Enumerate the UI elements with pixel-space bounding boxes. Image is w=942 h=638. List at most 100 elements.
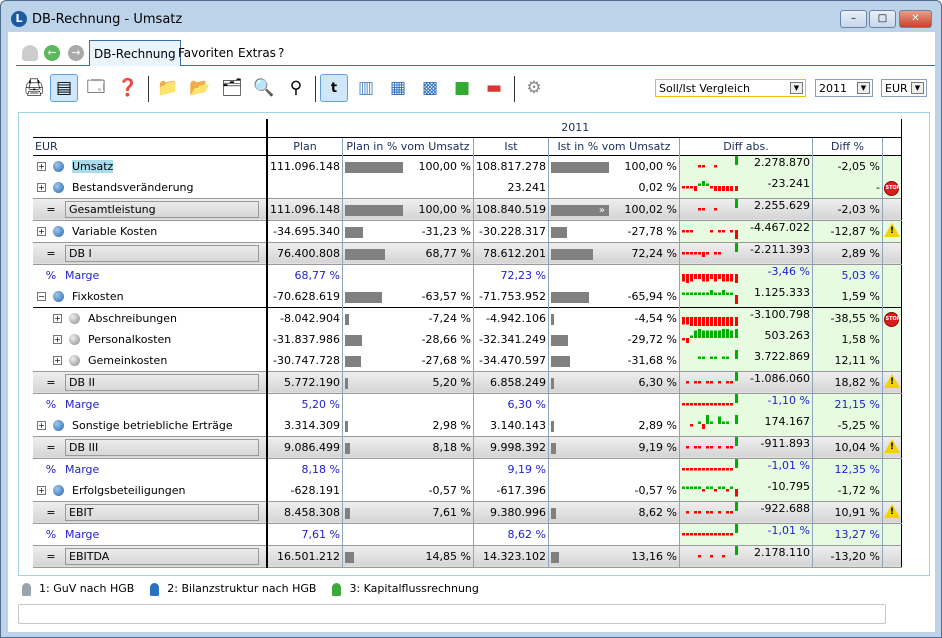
close-button[interactable]: ✕ (899, 10, 932, 28)
grid-col-icon[interactable]: ▥ (352, 74, 380, 102)
ist-cell: -30.228.317 (472, 220, 549, 242)
spark-bar (713, 316, 717, 329)
plan-cell: -628.191 (265, 479, 343, 501)
binoculars-icon[interactable]: ⚲ (282, 74, 310, 102)
table-row[interactable]: + Abschreibungen -8.042.904 -7,24 % -4.94… (33, 307, 902, 329)
expand-icon[interactable]: + (37, 421, 46, 430)
table-row[interactable]: + Personalkosten -31.837.986 -28,66 % -32… (33, 328, 902, 350)
folder-icon[interactable]: 📁 (154, 74, 182, 102)
view-select[interactable]: Soll/Ist Vergleich ▼ (655, 79, 806, 97)
expand-icon[interactable]: + (53, 356, 62, 365)
export-view-icon[interactable]: 🗔 (82, 74, 110, 102)
menu-extras[interactable]: Extras (238, 46, 276, 60)
table-row[interactable]: + Variable Kosten -34.695.340 -31,23 % -3… (33, 220, 902, 242)
table-row[interactable]: + Erfolgsbeteiligungen -628.191 -0,57 % -… (33, 479, 902, 501)
diff-abs-cell: -2.211.393 (678, 241, 813, 265)
spark-bar (721, 273, 725, 281)
grid-cols-icon[interactable]: ▦ (384, 74, 412, 102)
gears-icon[interactable]: ⚙ (520, 74, 548, 102)
table-row[interactable]: + Sonstige betriebliche Erträge 3.314.309… (33, 414, 902, 436)
back-icon[interactable]: ← (44, 45, 60, 61)
collapse-icon[interactable]: − (37, 292, 46, 301)
table-row[interactable]: = EBIT 8.458.308 7,61 % 9.380.996 8,62 % … (33, 500, 902, 524)
table-row[interactable]: % Marge 7,61 % 8,62 % -1,01 % 13,27 % (33, 523, 902, 545)
expand-icon[interactable]: + (53, 314, 62, 323)
percent-bar (550, 507, 557, 519)
col-header-diff-abs[interactable]: Diff abs. (678, 137, 813, 155)
help-icon[interactable]: ❓ (114, 74, 142, 102)
col-header-plan[interactable]: Plan (265, 137, 343, 155)
grid-red-icon[interactable]: ▬ (480, 74, 508, 102)
plan-cell: 8,18 % (265, 458, 343, 480)
table-row[interactable]: = DB III 9.086.499 8,18 % 9.998.392 9,19 … (33, 435, 902, 459)
table-row[interactable]: = DB II 5.772.190 5,20 % 6.858.249 6,30 %… (33, 370, 902, 394)
table-text-icon[interactable]: t (320, 74, 348, 102)
expand-icon[interactable]: + (37, 162, 46, 171)
col-header-ist-pct[interactable]: Ist in % vom Umsatz (547, 137, 680, 155)
expand-icon[interactable]: + (37, 486, 46, 495)
spark-bar (689, 486, 693, 489)
spark-bar (729, 380, 733, 383)
spark-bar (721, 421, 725, 424)
report-tab[interactable]: 3: Kapitalflussrechnung (332, 582, 486, 596)
maximize-button[interactable]: □ (869, 10, 896, 28)
spark-bar (725, 402, 729, 405)
spark-bar (681, 185, 685, 188)
year-select[interactable]: 2011 ▼ (815, 79, 873, 97)
spark-bar (701, 292, 705, 295)
row-label: Marge (65, 397, 100, 411)
table-row[interactable]: = EBITDA 16.501.212 14,85 % 14.323.102 13… (33, 544, 902, 568)
spark-bar (701, 423, 705, 429)
status-cell (881, 349, 902, 371)
spark-bar (709, 380, 713, 383)
diff-abs-cell: 3.722.869 (678, 349, 813, 371)
expand-icon[interactable]: + (53, 335, 62, 344)
row-label: Marge (65, 527, 100, 541)
report-view-icon[interactable]: ▤ (50, 74, 78, 102)
percent-bar (550, 334, 569, 346)
folder-search-icon[interactable]: 🔍 (250, 74, 278, 102)
spark-bar (705, 402, 709, 405)
spark-bar (685, 380, 689, 383)
table-row[interactable]: % Marge 68,77 % 72,23 % -3,46 % 5,03 % (33, 264, 902, 286)
expand-icon[interactable]: + (37, 227, 46, 236)
ist-cell: -32.341.249 (472, 328, 549, 350)
table-row[interactable]: = DB I 76.400.808 68,77 % 78.612.201 72,2… (33, 241, 902, 265)
table-row[interactable]: + Umsatz 111.096.148 100,00 % 108.817.278… (33, 155, 902, 177)
col-header-diff-pct[interactable]: Diff % (811, 137, 883, 155)
spark-bar (721, 532, 725, 535)
spark-bar (697, 273, 701, 279)
tab-db-rechnung[interactable]: DB-Rechnung (89, 40, 181, 66)
ist-pct-cell: 6,30 % (547, 370, 680, 394)
spark-bar (705, 486, 709, 489)
app-window: L DB-Rechnung - Umsatz – □ ✕ ← → DB-Rech… (0, 0, 942, 638)
status-bar (18, 604, 886, 624)
diff-abs-cell: -4.467.022 (678, 220, 813, 242)
col-header-ist[interactable]: Ist (472, 137, 549, 155)
plan-pct-cell (341, 458, 474, 480)
currency-select[interactable]: EUR ▼ (881, 79, 927, 97)
table-row[interactable]: − Fixkosten -70.628.619 -63,57 % -71.753.… (33, 285, 902, 307)
folder-upload-icon[interactable]: 📂 (186, 74, 214, 102)
col-header-plan-pct[interactable]: Plan in % vom Umsatz (341, 137, 474, 155)
grid-green-icon[interactable]: ■ (448, 74, 476, 102)
printer-icon[interactable]: 🖨 (20, 74, 48, 102)
menu-favoriten[interactable]: Favoriten (178, 46, 234, 60)
report-tab[interactable]: 1: GuV nach HGB (22, 582, 142, 596)
forward-icon[interactable]: → (68, 45, 84, 61)
report-tab[interactable]: 2: Bilanzstruktur nach HGB (150, 582, 324, 596)
table-row[interactable]: % Marge 5,20 % 6,30 % -1,10 % 21,15 % (33, 393, 902, 415)
minimize-button[interactable]: – (840, 10, 867, 28)
folder-settings-icon[interactable]: 🗂 (218, 74, 246, 102)
sparkline (685, 437, 738, 448)
table-row[interactable]: = Gesamtleistung 111.096.148 100,00 % 108… (33, 197, 902, 221)
table-row[interactable]: + Bestandsveränderung 23.241 0,02 % -23.2… (33, 176, 902, 198)
percent-bar (550, 226, 568, 238)
grid-full-icon[interactable]: ▩ (416, 74, 444, 102)
bookmark-icon[interactable] (22, 45, 38, 61)
table-row[interactable]: + Gemeinkosten -30.747.728 -27,68 % -34.4… (33, 349, 902, 371)
menu-help[interactable]: ? (278, 46, 284, 60)
plan-pct-cell: -28,66 % (341, 328, 474, 350)
table-row[interactable]: % Marge 8,18 % 9,19 % -1,01 % 12,35 % (33, 458, 902, 480)
expand-icon[interactable]: + (37, 183, 46, 192)
